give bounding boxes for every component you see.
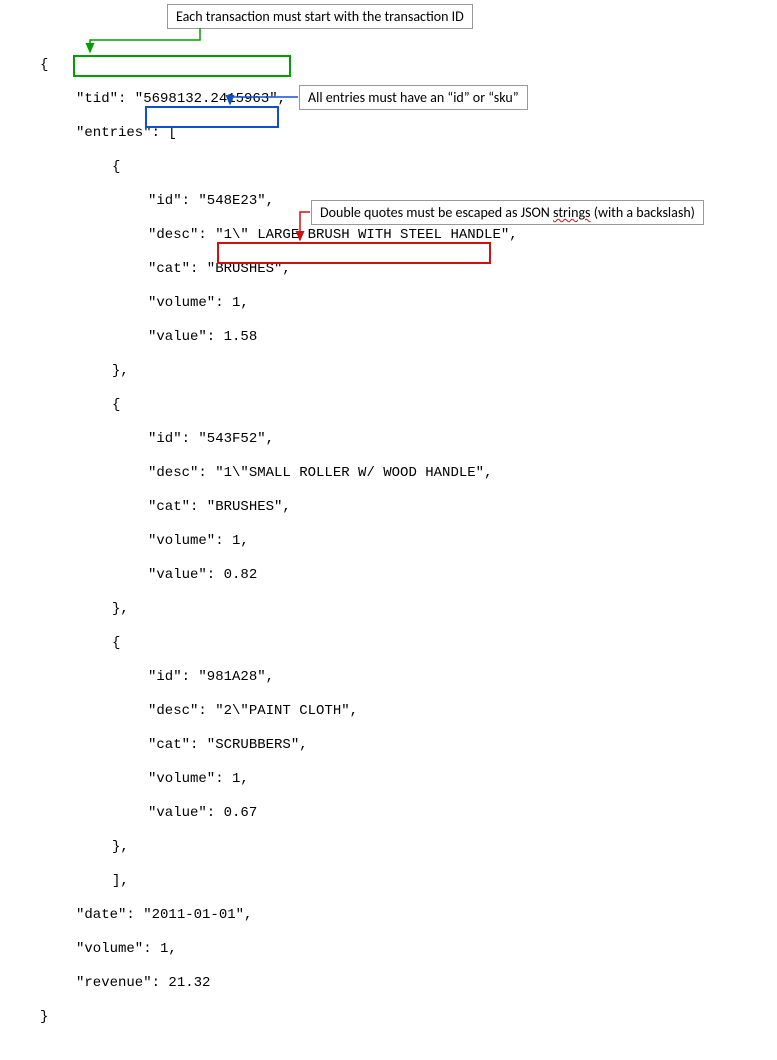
code-line: "volume": 1, — [40, 771, 518, 788]
code-line: }, — [40, 601, 518, 618]
code-desc-value: "1\"SMALL ROLLER W/ WOOD HANDLE", — [215, 465, 492, 481]
code-line: "cat": "BRUSHES", — [40, 261, 518, 278]
code-line: "cat": "BRUSHES", — [40, 499, 518, 516]
code-line: { — [40, 397, 518, 414]
code-line: "value": 0.82 — [40, 567, 518, 584]
code-line: }, — [40, 839, 518, 856]
code-line-tid: "tid": "5698132.2415963", — [40, 91, 518, 108]
code-line: }, — [40, 363, 518, 380]
code-line-id: "id": "548E23", — [40, 193, 518, 210]
code-line: "date": "2011-01-01", — [40, 907, 518, 924]
code-line: { — [40, 635, 518, 652]
code-line: "entries": [ — [40, 125, 518, 142]
code-line: "desc": "2\"PAINT CLOTH", — [40, 703, 518, 720]
code-line: } — [40, 1009, 518, 1026]
code-line: { — [40, 159, 518, 176]
code-line: "id": "981A28", — [40, 669, 518, 686]
code-line: "volume": 1, — [40, 941, 518, 958]
code-line: "cat": "SCRUBBERS", — [40, 737, 518, 754]
code-line: ], — [40, 873, 518, 890]
code-line: "id": "543F52", — [40, 431, 518, 448]
annotation-tid: Each transaction must start with the tra… — [167, 4, 473, 29]
code-line: "revenue": 21.32 — [40, 975, 518, 992]
code-line-desc: "desc": "1\"SMALL ROLLER W/ WOOD HANDLE"… — [40, 465, 518, 482]
code-line: "volume": 1, — [40, 295, 518, 312]
code-line: "desc": "1\" LARGE BRUSH WITH STEEL HAND… — [40, 227, 518, 244]
annotation-escape-suffix: (with a backslash) — [591, 204, 695, 221]
code-line: { — [40, 57, 518, 74]
json-code-block: { "tid": "5698132.2415963", "entries": [… — [40, 40, 518, 1060]
code-line: "value": 1.58 — [40, 329, 518, 346]
code-line: "value": 0.67 — [40, 805, 518, 822]
annotation-escape-squiggle: strings — [553, 204, 591, 221]
diagram-canvas: Each transaction must start with the tra… — [0, 0, 777, 542]
code-desc-key: "desc": — [148, 465, 215, 481]
